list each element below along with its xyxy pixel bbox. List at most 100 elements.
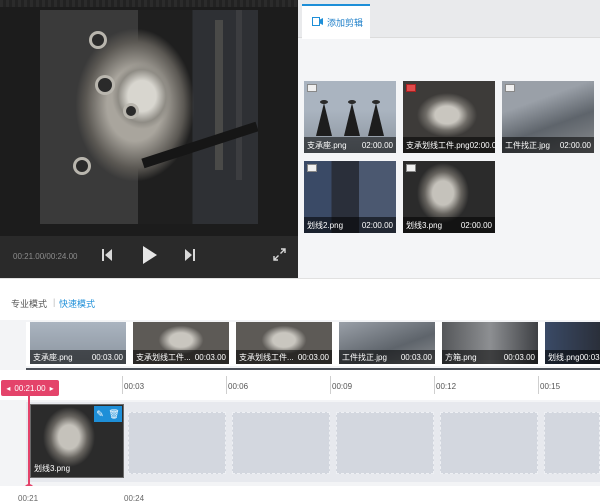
media-item-caption: 划线2.png 02:00.00 xyxy=(304,217,396,233)
filmstrip-clip[interactable]: 支承座.png 00:03.00 xyxy=(30,322,126,364)
timeline-ruler[interactable]: 00:03 00:06 00:09 00:12 00:15 xyxy=(0,370,600,400)
media-item-duration: 02:00.00 xyxy=(469,140,495,150)
ruler-tick xyxy=(122,376,123,394)
tab-add-clip-label: 添加剪辑 xyxy=(327,18,364,28)
filmstrip-clip-duration: 00:03.00 xyxy=(194,352,226,362)
filmstrip-clip-name: 工件找正.jpg xyxy=(342,352,387,362)
media-item-name: 划线2.png xyxy=(307,220,344,230)
media-item[interactable]: 划线2.png 02:00.00 xyxy=(304,161,396,233)
ruler-label: 00:12 xyxy=(436,382,457,391)
tab-fast-mode[interactable]: 快速模式 xyxy=(59,297,95,310)
ruler-tick xyxy=(434,376,435,394)
media-item-name: 支承座.png xyxy=(307,140,347,150)
track-clip-name: 划线3.png xyxy=(34,464,71,473)
next-icon[interactable] xyxy=(185,248,195,262)
frame-detail-rod xyxy=(236,10,242,180)
mode-separator: | xyxy=(53,297,56,307)
media-library-panel: 添加剪辑 支承座.png 02:00.00 支承划线工件.png 02:00.0… xyxy=(298,0,600,278)
filmstrip-clip-name: 支承划线工件... xyxy=(136,352,191,362)
image-type-icon xyxy=(406,84,416,92)
bottom-ruler-label: 00:24 xyxy=(124,494,145,503)
filmstrip-clip-caption: 划线.png 00:03.00 xyxy=(545,350,600,364)
bottom-ruler: 00:21 00:24 xyxy=(0,486,600,504)
edit-icon[interactable]: ✎ xyxy=(96,409,104,420)
filmstrip-clip-duration: 00:03.00 xyxy=(91,352,123,362)
image-type-icon xyxy=(307,164,317,172)
media-item-name: 划线3.png xyxy=(406,220,443,230)
media-item-duration: 02:00.00 xyxy=(460,220,492,230)
video-clip-icon xyxy=(312,17,323,28)
video-preview-frame[interactable] xyxy=(40,10,258,224)
filmstrip-clip-name: 支承座.png xyxy=(33,352,73,362)
image-type-icon xyxy=(505,84,515,92)
filmstrip-clip[interactable]: 方箱.png 00:03.00 xyxy=(442,322,538,364)
media-panel-header: 添加剪辑 xyxy=(298,0,600,39)
media-item-duration: 02:00.00 xyxy=(559,140,591,150)
player-controls: 00:21.00/00:24.00 xyxy=(0,236,298,278)
filmstrip-clip[interactable]: 支承划线工件... 00:03.00 xyxy=(236,322,332,364)
image-type-icon xyxy=(406,164,416,172)
filmstrip-clip-caption: 支承座.png 00:03.00 xyxy=(30,350,126,364)
tab-pro-mode[interactable]: 专业模式 xyxy=(11,297,47,310)
filmstrip-clip-name: 方箱.png xyxy=(445,352,477,362)
filmstrip-clip-duration: 00:03.00 xyxy=(503,352,535,362)
filmstrip-clip-name: 划线.png xyxy=(548,352,580,362)
tab-add-clip[interactable]: 添加剪辑 xyxy=(302,4,370,39)
filmstrip-clip-caption: 方箱.png 00:03.00 xyxy=(442,350,538,364)
track-clip[interactable]: ✎ 🗑 划线3.png xyxy=(30,404,124,478)
playhead-time: 00:21.00 xyxy=(14,383,46,393)
empty-clip-slot[interactable] xyxy=(232,412,330,474)
filmstrip-clip-duration: 00:03.00 xyxy=(297,352,329,362)
filmstrip-clip-caption: 支承划线工件... 00:03.00 xyxy=(236,350,332,364)
fullscreen-icon[interactable] xyxy=(273,248,286,261)
frame-detail-hole xyxy=(76,160,88,172)
prev-icon[interactable] xyxy=(102,248,112,262)
empty-clip-slot[interactable] xyxy=(440,412,538,474)
filmstrip-clip-caption: 支承划线工件... 00:03.00 xyxy=(133,350,229,364)
empty-clip-slot[interactable] xyxy=(544,412,600,474)
media-item-name: 支承划线工件.png xyxy=(406,140,470,150)
filmstrip: 支承座.png 00:03.00 支承划线工件... 00:03.00 支承划线… xyxy=(26,322,600,366)
media-item[interactable]: 支承划线工件.png 02:00.00 xyxy=(403,81,495,153)
media-item-caption: 支承座.png 02:00.00 xyxy=(304,137,396,153)
player-top-strip xyxy=(0,0,298,7)
media-item-caption: 工件找正.jpg 02:00.00 xyxy=(502,137,594,153)
frame-detail-hole xyxy=(126,106,136,116)
frame-detail-hole xyxy=(92,34,104,46)
empty-clip-slot[interactable] xyxy=(128,412,226,474)
media-item[interactable]: 支承座.png 02:00.00 xyxy=(304,81,396,153)
media-item[interactable]: 划线3.png 02:00.00 xyxy=(403,161,495,233)
video-editor-app: 00:21.00/00:24.00 添加剪辑 支承座.png 02:00.00 … xyxy=(0,0,600,504)
filmstrip-clip-caption: 工件找正.jpg 00:03.00 xyxy=(339,350,435,364)
frame-detail-rod xyxy=(215,20,223,170)
chevron-left-icon[interactable]: ◂ xyxy=(6,384,10,393)
filmstrip-clip[interactable]: 支承划线工件... 00:03.00 xyxy=(133,322,229,364)
frame-detail-hole xyxy=(98,78,112,92)
media-item-name: 工件找正.jpg xyxy=(505,140,550,150)
empty-clip-slot[interactable] xyxy=(336,412,434,474)
ruler-tick xyxy=(538,376,539,394)
ruler-label: 00:06 xyxy=(228,382,249,391)
media-item-duration: 02:00.00 xyxy=(361,220,393,230)
filmstrip-clip[interactable]: 工件找正.jpg 00:03.00 xyxy=(339,322,435,364)
media-item-duration: 02:00.00 xyxy=(361,140,393,150)
timeline-track[interactable]: ✎ 🗑 划线3.png xyxy=(26,402,600,482)
ruler-label: 00:09 xyxy=(332,382,353,391)
filmstrip-clip[interactable]: 划线.png 00:03.00 xyxy=(545,322,600,364)
play-icon[interactable] xyxy=(143,246,157,264)
playhead-line xyxy=(28,396,30,488)
filmstrip-clip-duration: 00:03.00 xyxy=(400,352,432,362)
ruler-tick xyxy=(330,376,331,394)
preview-player: 00:21.00/00:24.00 xyxy=(0,0,298,278)
image-type-icon xyxy=(307,84,317,92)
ruler-label: 00:15 xyxy=(540,382,561,391)
filmstrip-clip-duration: 00:03.00 xyxy=(579,352,600,362)
delete-icon[interactable]: 🗑 xyxy=(108,409,119,420)
chevron-right-icon[interactable]: ▸ xyxy=(50,384,54,393)
media-item[interactable]: 工件找正.jpg 02:00.00 xyxy=(502,81,594,153)
ruler-label: 00:03 xyxy=(124,382,145,391)
ruler-tick xyxy=(226,376,227,394)
playhead-handle[interactable]: ◂ 00:21.00 ▸ xyxy=(1,380,59,396)
media-item-caption: 划线3.png 02:00.00 xyxy=(403,217,495,233)
filmstrip-clip-name: 支承划线工件... xyxy=(239,352,294,362)
